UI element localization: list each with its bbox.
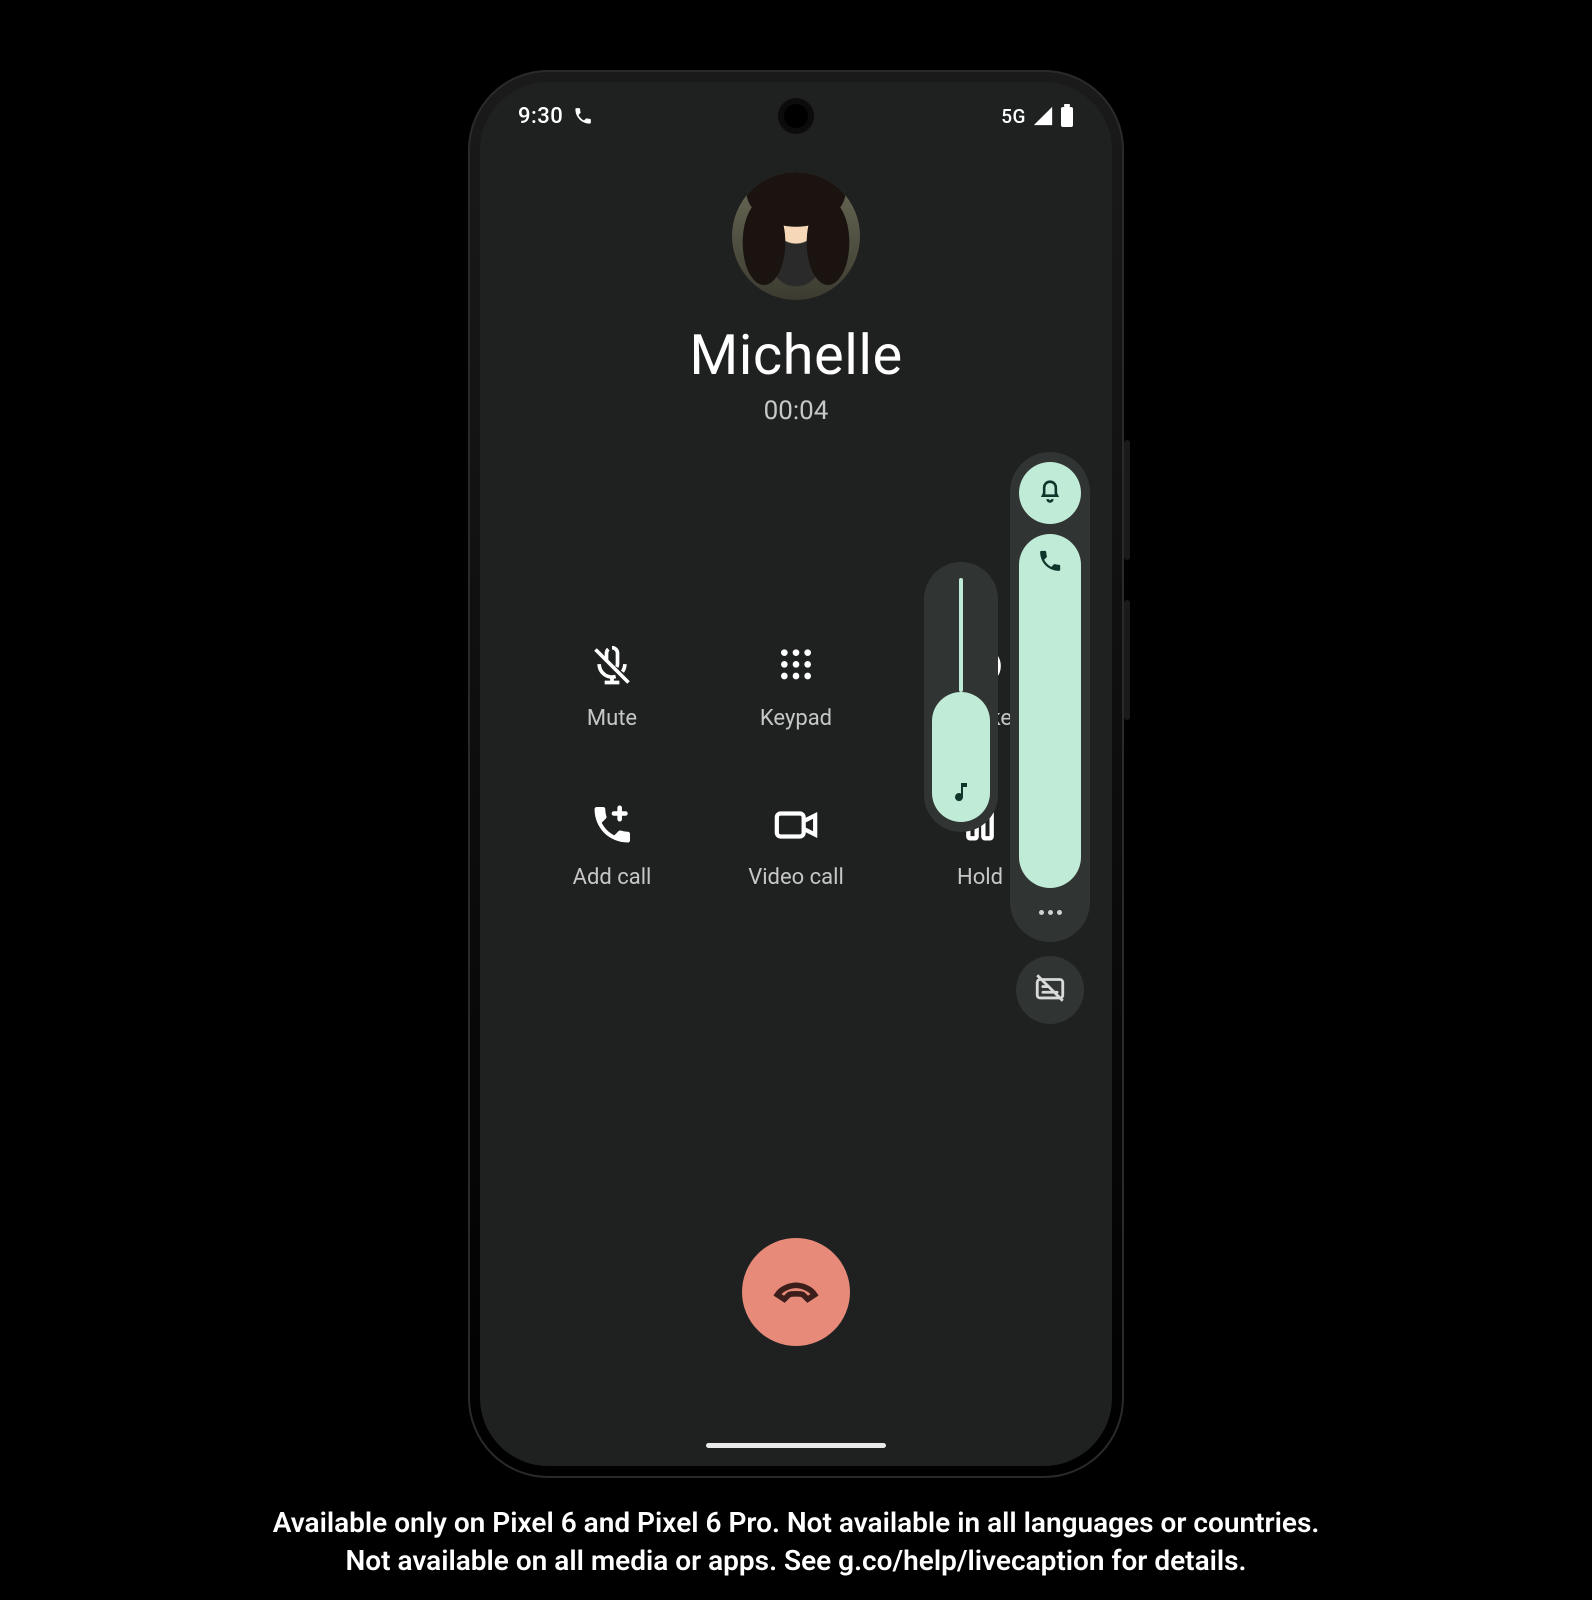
add-call-button[interactable]: Add call xyxy=(520,801,704,890)
call-duration: 00:04 xyxy=(764,396,829,426)
keypad-label: Keypad xyxy=(760,706,832,731)
keypad-button[interactable]: Keypad xyxy=(704,642,888,731)
ring-mode-button[interactable] xyxy=(1019,462,1081,524)
mic-off-icon xyxy=(588,642,636,690)
add-call-label: Add call xyxy=(573,865,652,890)
live-caption-toggle[interactable] xyxy=(1016,956,1084,1024)
video-call-button[interactable]: Video call xyxy=(704,801,888,890)
video-icon xyxy=(772,801,820,849)
volume-panel[interactable] xyxy=(1010,452,1090,942)
hang-up-button[interactable] xyxy=(742,1238,850,1346)
nav-handle[interactable] xyxy=(706,1443,886,1448)
mute-label: Mute xyxy=(587,706,637,731)
phone-call-icon xyxy=(573,106,593,126)
media-slider-thumb[interactable] xyxy=(932,692,990,822)
caption-off-icon xyxy=(1033,971,1067,1009)
keypad-icon xyxy=(772,642,820,690)
call-volume-track[interactable] xyxy=(1019,534,1081,888)
network-label: 5G xyxy=(1001,105,1026,128)
contact-avatar[interactable] xyxy=(732,172,860,300)
mute-button[interactable]: Mute xyxy=(520,642,704,731)
bell-icon xyxy=(1036,477,1064,509)
signal-icon xyxy=(1032,105,1054,127)
footnote-line-2: Not available on all media or apps. See … xyxy=(273,1542,1320,1580)
status-time: 9:30 xyxy=(518,104,563,129)
video-call-label: Video call xyxy=(748,865,844,890)
footnote-line-1: Available only on Pixel 6 and Pixel 6 Pr… xyxy=(273,1504,1320,1542)
phone-small-icon xyxy=(1037,548,1063,578)
contact-header: Michelle 00:04 xyxy=(480,172,1112,426)
phone-frame: 9:30 5G Michelle 00:04 xyxy=(468,70,1124,1478)
media-slider-track xyxy=(959,578,963,692)
phone-screen: 9:30 5G Michelle 00:04 xyxy=(480,82,1112,1466)
add-call-icon xyxy=(588,801,636,849)
volume-more-button[interactable] xyxy=(1019,898,1081,926)
battery-icon xyxy=(1060,104,1074,128)
footnote: Available only on Pixel 6 and Pixel 6 Pr… xyxy=(273,1504,1320,1580)
phone-hangup-icon xyxy=(768,1262,824,1322)
media-volume-slider[interactable] xyxy=(924,562,998,832)
status-bar: 9:30 5G xyxy=(480,100,1112,132)
music-note-icon xyxy=(949,780,973,808)
hold-label: Hold xyxy=(957,865,1003,890)
contact-name: Michelle xyxy=(689,322,902,388)
